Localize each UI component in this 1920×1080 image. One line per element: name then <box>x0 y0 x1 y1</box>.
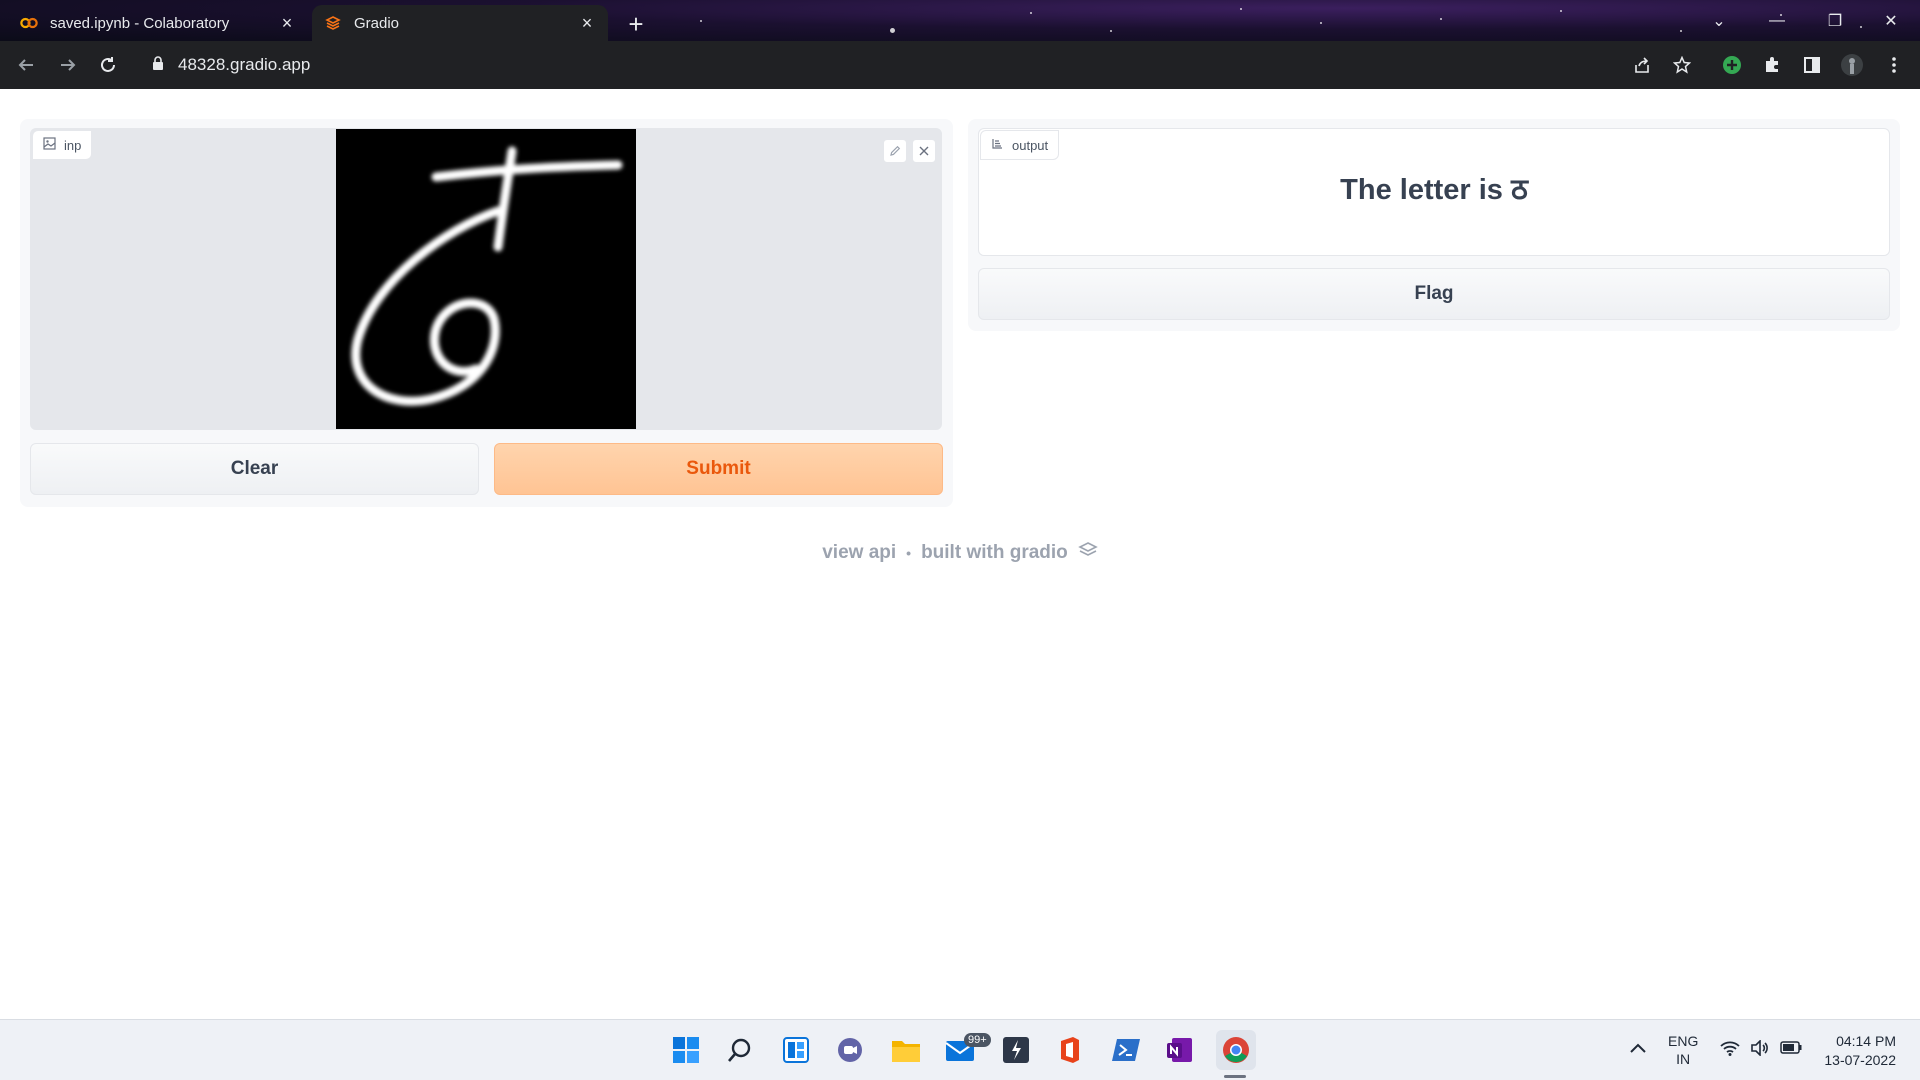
reload-icon[interactable] <box>92 49 124 81</box>
chrome-icon[interactable] <box>1216 1030 1256 1070</box>
language-code: ENG <box>1668 1033 1699 1049</box>
minimize-button[interactable]: — <box>1748 0 1806 41</box>
output-textbox: output The letter is ठ <box>978 128 1890 256</box>
active-app-indicator <box>1224 1075 1246 1078</box>
lock-icon <box>152 55 164 75</box>
onenote-icon[interactable] <box>1160 1030 1200 1070</box>
volume-icon[interactable] <box>1750 1039 1770 1059</box>
share-icon[interactable] <box>1626 49 1658 81</box>
handwritten-letter-image <box>336 129 636 429</box>
clock-date: 13-07-2022 <box>1824 1052 1896 1068</box>
close-tab-icon[interactable]: × <box>578 13 596 33</box>
footer-separator: • <box>906 545 912 561</box>
edit-pencil-icon[interactable] <box>883 139 907 163</box>
url-text: 48328.gradio.app <box>178 55 311 74</box>
search-icon[interactable] <box>720 1030 760 1070</box>
wifi-icon[interactable] <box>1720 1040 1740 1059</box>
office-icon[interactable] <box>1050 1030 1090 1070</box>
output-panel: output The letter is ठ Flag <box>968 119 1900 331</box>
mail-icon[interactable]: 99+ <box>940 1030 991 1070</box>
prediction-text: The letter is ठ <box>1340 174 1528 206</box>
text-output-icon <box>991 137 1004 153</box>
gradio-logo-icon <box>1077 541 1098 565</box>
new-tab-button[interactable]: + <box>620 8 652 40</box>
browser-toolbar: 48328.gradio.app <box>0 41 1920 89</box>
built-with-gradio-link[interactable]: built with gradio <box>921 542 1068 564</box>
tab-title: saved.ipynb - Colaboratory <box>50 14 230 32</box>
output-label-text: output <box>1012 137 1049 153</box>
battery-icon[interactable] <box>1780 1041 1802 1057</box>
profile-avatar[interactable] <box>1836 49 1868 81</box>
image-input[interactable]: inp <box>30 128 942 430</box>
tab-title: Gradio <box>354 14 400 32</box>
input-panel: inp Clear Submit <box>20 119 953 507</box>
show-hidden-icons-chevron[interactable] <box>1630 1040 1646 1056</box>
submit-button[interactable]: Submit <box>494 443 943 495</box>
clear-button[interactable]: Clear <box>30 443 479 495</box>
extension-plus-icon[interactable] <box>1716 49 1748 81</box>
windows-taskbar: 99+ ENG IN 04:14 PM 13-07-2022 <box>0 1019 1920 1080</box>
chrome-menu-icon[interactable] <box>1878 49 1910 81</box>
language-indicator[interactable]: ENG IN <box>1668 1032 1698 1068</box>
clear-image-icon[interactable] <box>912 139 936 163</box>
input-label-text: inp <box>64 137 82 153</box>
view-api-link[interactable]: view api <box>822 542 896 564</box>
clock[interactable]: 04:14 PM 13-07-2022 <box>1812 1032 1896 1070</box>
side-panel-icon[interactable] <box>1796 49 1828 81</box>
address-bar[interactable]: 48328.gradio.app <box>140 47 1610 83</box>
gradio-icon <box>324 14 342 32</box>
tab-gradio[interactable]: Gradio × <box>312 5 608 41</box>
windows-start-icon[interactable] <box>666 1030 706 1070</box>
mail-count-badge: 99+ <box>964 1033 991 1047</box>
flag-button[interactable]: Flag <box>978 268 1890 320</box>
output-label: output <box>980 130 1060 160</box>
forward-icon[interactable] <box>52 49 84 81</box>
bookmark-star-icon[interactable] <box>1666 49 1698 81</box>
input-label: inp <box>32 130 93 160</box>
back-icon[interactable] <box>10 49 42 81</box>
colab-icon <box>20 14 38 32</box>
region-code: IN <box>1676 1051 1691 1067</box>
browser-tab-strip: saved.ipynb - Colaboratory × Gradio × + … <box>0 0 1920 41</box>
tab-search-icon[interactable]: ⌄ <box>1690 0 1748 41</box>
widgets-icon[interactable] <box>776 1030 816 1070</box>
close-tab-icon[interactable]: × <box>278 13 296 33</box>
file-explorer-icon[interactable] <box>886 1030 926 1070</box>
gradio-page: inp Clear Submit output The letter is ठ … <box>0 89 1920 1019</box>
tab-colab[interactable]: saved.ipynb - Colaboratory × <box>8 5 308 41</box>
restore-button[interactable]: ❐ <box>1806 0 1864 41</box>
teams-chat-icon[interactable] <box>830 1030 870 1070</box>
image-icon <box>43 137 56 153</box>
extensions-puzzle-icon[interactable] <box>1756 49 1788 81</box>
footer: view api • built with gradio <box>0 541 1920 565</box>
terminal-app-icon[interactable] <box>996 1030 1036 1070</box>
powershell-icon[interactable] <box>1106 1030 1146 1070</box>
clock-time: 04:14 PM <box>1836 1033 1896 1049</box>
close-window-button[interactable]: ✕ <box>1862 0 1920 41</box>
